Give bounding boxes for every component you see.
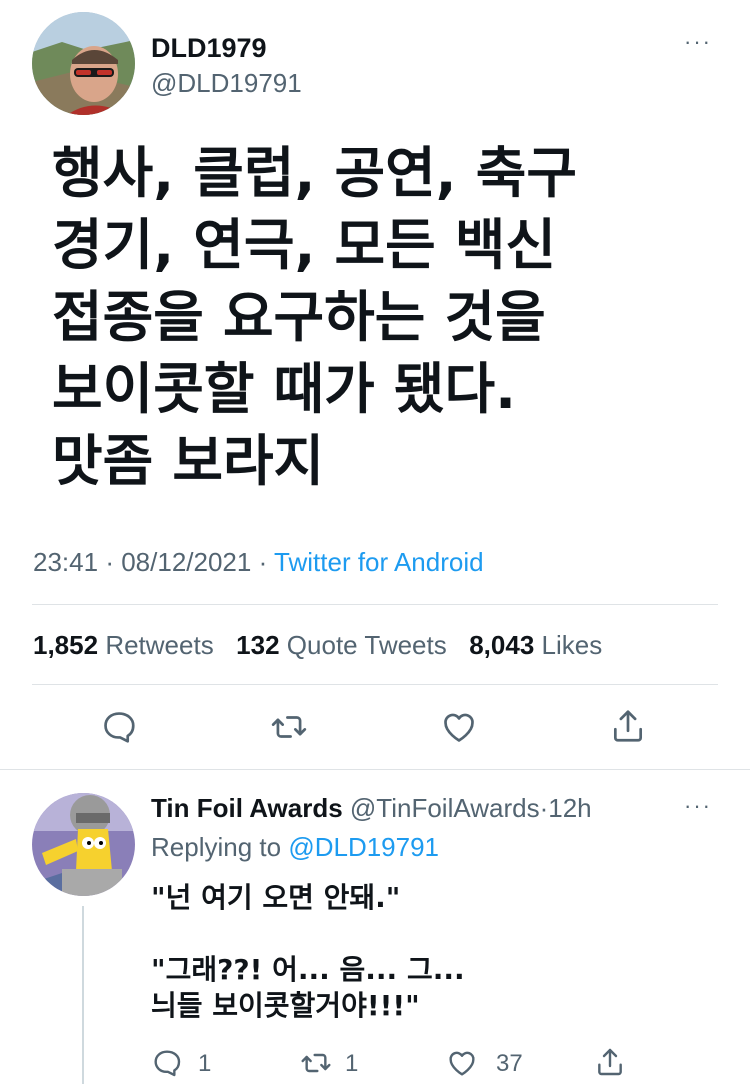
tweet-text: 행사, 클럽, 공연, 축구 경기, 연극, 모든 백신 접종을 요구하는 것을… xyxy=(52,137,577,497)
reply-like-icon[interactable] xyxy=(445,1047,479,1079)
reply-text-line: "넌 여기 오면 안돼." xyxy=(151,881,401,914)
author-avatar[interactable] xyxy=(32,12,135,115)
meta-separator: · xyxy=(539,793,549,823)
thread-line xyxy=(82,906,84,1084)
reply-retweet-icon[interactable] xyxy=(298,1047,334,1079)
reply-header: Tin Foil Awards @TinFoilAwards·12h xyxy=(151,793,592,823)
tweet-meta: 23:41 · 08/12/2021 · Twitter for Android xyxy=(33,546,484,578)
reply-reply-count: 1 xyxy=(198,1050,212,1077)
meta-separator: · xyxy=(258,547,268,577)
tweet-stats: 1,852 Retweets 132 Quote Tweets 8,043 Li… xyxy=(33,629,602,661)
more-options-icon[interactable]: ··· xyxy=(684,31,712,53)
divider xyxy=(32,684,718,685)
likes-label: Likes xyxy=(541,630,603,660)
quotes-stat[interactable]: 132 Quote Tweets xyxy=(236,630,454,660)
section-divider xyxy=(0,769,750,770)
reply-time[interactable]: 12h xyxy=(548,793,591,823)
reply-text-line: "그래??! 어... 음... 그... xyxy=(151,953,465,986)
retweets-label: Retweets xyxy=(105,630,214,660)
reply-author-name[interactable]: Tin Foil Awards xyxy=(151,793,343,823)
reply-retweet-count: 1 xyxy=(345,1050,359,1077)
retweets-stat[interactable]: 1,852 Retweets xyxy=(33,630,221,660)
like-icon[interactable] xyxy=(439,708,479,746)
reply-reply-icon[interactable] xyxy=(151,1047,183,1079)
reply-share-icon[interactable] xyxy=(594,1045,626,1079)
share-icon[interactable] xyxy=(609,706,647,746)
tweet-time[interactable]: 23:41 xyxy=(33,547,98,577)
tweet-source-link[interactable]: Twitter for Android xyxy=(274,547,484,577)
tweet-text-line: 행사, 클럽, 공연, 축구 xyxy=(52,141,577,205)
replying-to-handle[interactable]: @DLD19791 xyxy=(288,832,439,862)
reply-author-avatar[interactable] xyxy=(32,793,135,896)
reply-text-line: 늬들 보이콧할거야!!!" xyxy=(151,989,420,1022)
meta-separator: · xyxy=(105,547,114,577)
likes-stat[interactable]: 8,043 Likes xyxy=(469,630,602,660)
tweet-text-line: 경기, 연극, 모든 백신 xyxy=(52,213,557,277)
reply-text: "넌 여기 오면 안돼." "그래??! 어... 음... 그... 늬들 보… xyxy=(151,880,465,1024)
tweet-text-line: 보이콧할 때가 됐다. xyxy=(52,357,516,421)
replying-to: Replying to @DLD19791 xyxy=(151,832,439,862)
tweet-date[interactable]: 08/12/2021 xyxy=(121,547,251,577)
tweet-text-line: 접종을 요구하는 것을 xyxy=(52,285,546,349)
author-handle[interactable]: @DLD19791 xyxy=(151,68,302,98)
reply-like-count: 37 xyxy=(496,1050,523,1077)
retweet-icon[interactable] xyxy=(268,708,310,746)
quotes-label: Quote Tweets xyxy=(286,630,447,660)
likes-count: 8,043 xyxy=(469,630,535,660)
reply-more-options-icon[interactable]: ··· xyxy=(684,795,712,817)
quotes-count: 132 xyxy=(236,630,280,660)
divider xyxy=(32,604,718,605)
author-name[interactable]: DLD1979 xyxy=(151,32,267,64)
reply-author-handle[interactable]: @TinFoilAwards xyxy=(350,793,540,823)
replying-to-label: Replying to xyxy=(151,832,282,862)
retweets-count: 1,852 xyxy=(33,630,99,660)
reply-icon[interactable] xyxy=(100,708,138,746)
tweet-text-line: 맛좀 보라지 xyxy=(52,429,325,493)
